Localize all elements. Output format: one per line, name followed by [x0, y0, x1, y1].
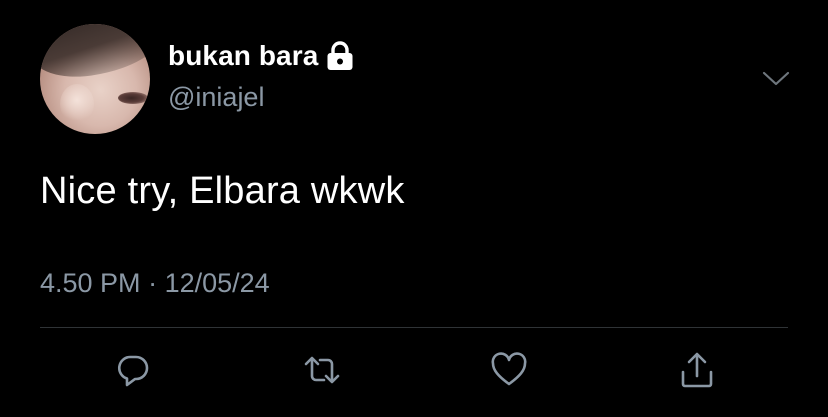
tweet-text: Nice try, Elbara wkwk	[40, 170, 405, 212]
tweet-date: 12/05/24	[164, 268, 270, 298]
divider	[40, 327, 788, 328]
like-button[interactable]	[489, 350, 529, 390]
retweet-button[interactable]	[302, 350, 342, 390]
author-name-row: bukan bara	[168, 40, 354, 72]
user-handle[interactable]: @iniajel	[168, 82, 264, 113]
lock-icon	[326, 41, 354, 71]
meta-separator: ·	[148, 268, 158, 298]
avatar[interactable]	[40, 24, 150, 134]
chevron-down-icon[interactable]	[762, 70, 790, 88]
tweet-card: bukan bara @iniajel Nice try, Elbara wkw…	[0, 0, 828, 417]
avatar-highlight	[60, 84, 94, 124]
display-name[interactable]: bukan bara	[168, 40, 318, 72]
reply-icon	[115, 352, 151, 388]
retweet-icon	[302, 352, 342, 388]
reply-button[interactable]	[113, 350, 153, 390]
share-icon	[679, 351, 715, 389]
avatar-eye	[118, 92, 148, 104]
heart-icon	[490, 352, 528, 388]
tweet-timestamp[interactable]: 4.50 PM · 12/05/24	[40, 268, 270, 299]
share-button[interactable]	[677, 350, 717, 390]
tweet-time: 4.50 PM	[40, 268, 141, 298]
avatar-hair	[40, 24, 150, 84]
